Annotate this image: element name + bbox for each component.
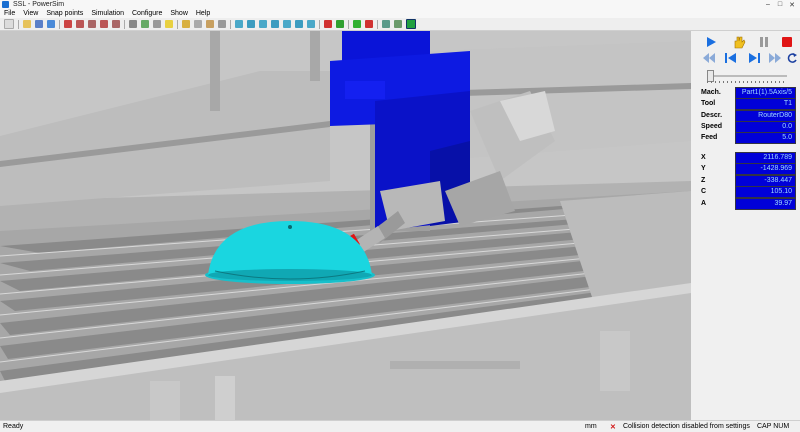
coord-c: C 105.10 <box>701 185 796 198</box>
close-button[interactable]: ✕ <box>786 0 798 9</box>
field-description: Descr. RouterD80 <box>701 109 796 122</box>
menu-configure[interactable]: Configure <box>128 10 166 17</box>
fast-forward-icon[interactable] <box>767 51 783 65</box>
3d-viewport[interactable] <box>0 31 691 420</box>
coord-label: Z <box>701 177 706 184</box>
field-speed: Speed 0.0 <box>701 120 796 133</box>
app-icon <box>2 1 9 8</box>
coord-x: X 2116.789 <box>701 151 796 164</box>
status-units: mm <box>585 423 597 430</box>
toolbar-divider <box>177 19 178 29</box>
field-label: Tool <box>701 100 716 107</box>
rotate-icon[interactable] <box>141 20 149 28</box>
status-bar: Ready mm ✕ Collision detection disabled … <box>0 420 800 432</box>
coord-a: A 39.97 <box>701 197 796 210</box>
view-back-icon[interactable] <box>283 20 291 28</box>
grid-icon[interactable] <box>218 20 226 28</box>
menu-help[interactable]: Help <box>192 10 214 17</box>
menu-simulation[interactable]: Simulation <box>87 10 128 17</box>
arrow-left-icon[interactable] <box>324 20 332 28</box>
coord-label: X <box>701 154 706 161</box>
view-top-icon[interactable] <box>259 20 267 28</box>
collision-disabled-icon: ✕ <box>610 423 616 431</box>
new-icon[interactable] <box>4 19 14 29</box>
coord-label: C <box>701 188 707 195</box>
field-label: Feed <box>701 134 718 141</box>
check-icon[interactable] <box>353 20 361 28</box>
menu-bar: File View Snap points Simulation Configu… <box>0 9 800 18</box>
zoom-window-icon[interactable] <box>100 20 108 28</box>
menu-view[interactable]: View <box>19 10 42 17</box>
view-bottom-icon[interactable] <box>295 20 303 28</box>
view-left-icon[interactable] <box>307 20 315 28</box>
coord-value: -1428.969 <box>735 162 796 175</box>
coord-label: A <box>701 200 707 207</box>
maximize-button[interactable]: □ <box>774 0 786 9</box>
field-label: Speed <box>701 123 723 130</box>
coord-y: Y -1428.969 <box>701 162 796 175</box>
toolbar-divider <box>18 19 19 29</box>
pan-icon[interactable] <box>153 20 161 28</box>
coord-value: 39.97 <box>735 197 796 210</box>
timeline-ticks <box>707 81 787 83</box>
toolbar-divider <box>124 19 125 29</box>
import-icon[interactable] <box>47 20 55 28</box>
measure-icon[interactable] <box>182 20 190 28</box>
coord-label: Y <box>701 165 706 172</box>
field-tool: Tool T1 <box>701 97 796 110</box>
toolbar-divider <box>230 19 231 29</box>
pause-icon[interactable] <box>757 35 771 49</box>
stop-icon[interactable] <box>780 35 794 49</box>
field-label: Mach. <box>701 89 721 96</box>
toolbar <box>0 18 800 31</box>
zoom-fit-icon[interactable] <box>112 20 120 28</box>
coord-value: 105.10 <box>735 185 796 198</box>
loop-icon[interactable] <box>785 51 799 65</box>
view-side-icon[interactable] <box>271 20 279 28</box>
sim-icon[interactable] <box>394 20 402 28</box>
view-front-icon[interactable] <box>247 20 255 28</box>
light-icon[interactable] <box>165 20 173 28</box>
field-feed: Feed 5.0 <box>701 131 796 144</box>
edit-icon[interactable] <box>194 20 202 28</box>
simulation-panel: Mach. Part1(1).5Axis/5 Tool T1 Descr. Ro… <box>693 31 800 420</box>
flag-icon[interactable] <box>365 20 373 28</box>
field-value: 5.0 <box>735 131 796 144</box>
status-message: Collision detection disabled from settin… <box>623 423 750 430</box>
open-icon[interactable] <box>23 20 31 28</box>
rewind-icon[interactable] <box>701 51 717 65</box>
zoom-icon[interactable] <box>64 20 72 28</box>
toolbar-divider <box>348 19 349 29</box>
title-bar: SSL - PowerSim ‒ □ ✕ <box>0 0 800 9</box>
settings-icon[interactable] <box>206 20 214 28</box>
field-machine: Mach. Part1(1).5Axis/5 <box>701 86 796 99</box>
step-forward-icon[interactable] <box>746 51 762 65</box>
coord-z: Z -338.447 <box>701 174 796 187</box>
field-label: Descr. <box>701 112 723 119</box>
menu-snap-points[interactable]: Snap points <box>42 10 87 17</box>
zoom-in-icon[interactable] <box>76 20 84 28</box>
toolbar-divider <box>377 19 378 29</box>
save-icon[interactable] <box>35 20 43 28</box>
window-controls: ‒ □ ✕ <box>762 0 798 9</box>
minimize-button[interactable]: ‒ <box>762 0 774 9</box>
timeline-slider[interactable] <box>707 75 787 77</box>
status-ready: Ready <box>3 423 24 430</box>
toolbar-divider <box>319 19 320 29</box>
menu-file[interactable]: File <box>0 10 19 17</box>
view-iso-icon[interactable] <box>235 20 243 28</box>
arrow-right-icon[interactable] <box>336 20 344 28</box>
status-keyboard: CAP NUM <box>757 423 790 430</box>
frame-icon[interactable] <box>129 20 137 28</box>
step-back-icon[interactable] <box>723 51 739 65</box>
window-title: SSL - PowerSim <box>13 1 65 8</box>
menu-show[interactable]: Show <box>166 10 192 17</box>
field-value: T1 <box>735 97 796 110</box>
play-icon[interactable] <box>703 35 719 49</box>
zoom-out-icon[interactable] <box>88 20 96 28</box>
toolbar-divider <box>59 19 60 29</box>
hand-icon[interactable] <box>731 34 747 50</box>
shield-icon[interactable] <box>406 19 416 29</box>
tool-icon[interactable] <box>382 20 390 28</box>
